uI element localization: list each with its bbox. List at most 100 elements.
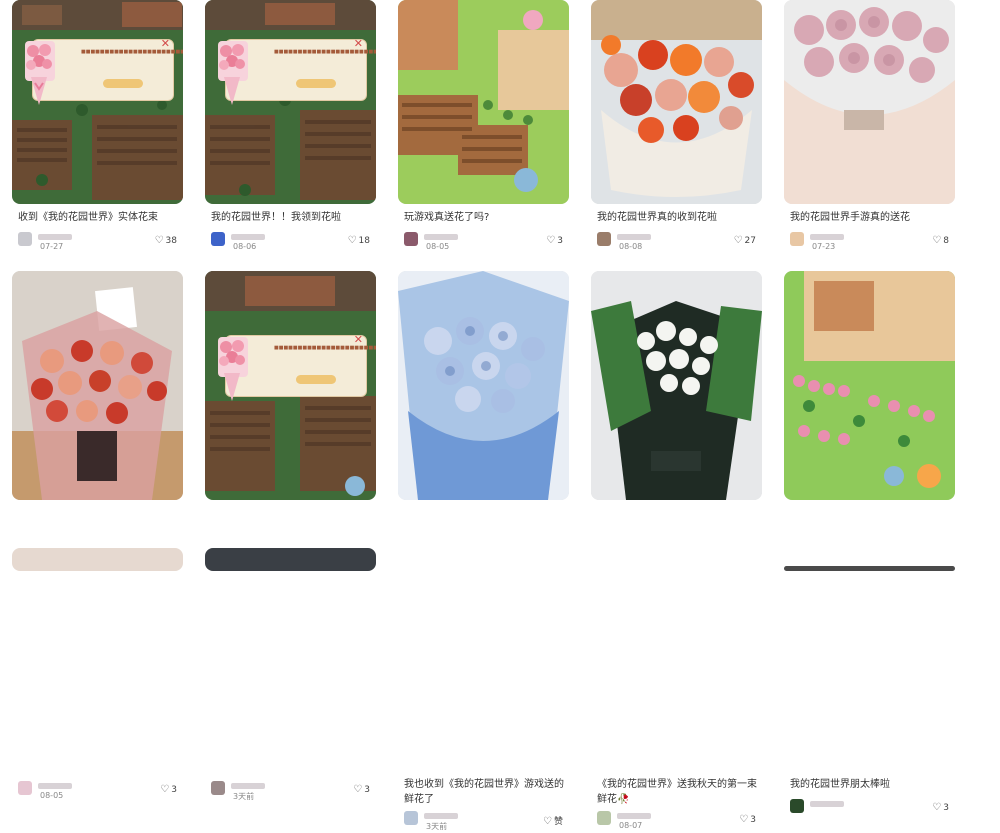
rose-bouquet-image bbox=[591, 0, 762, 204]
card-thumbnail-game[interactable] bbox=[398, 0, 569, 204]
card-title[interactable]: 《我的花园世界》送我秋天的第一束鲜花🥀 bbox=[597, 777, 762, 807]
card-thumbnail-game[interactable]: ■■■■■■■■■■■■■■■■■■■■■■■■■■ ✕ bbox=[12, 0, 183, 204]
card-meta: 07-23 ♡ 8 bbox=[790, 232, 955, 254]
rose-bouquet-image bbox=[398, 271, 569, 500]
rose-bouquet-image bbox=[12, 271, 183, 500]
card-thumbnail-photo[interactable] bbox=[12, 548, 183, 571]
like-count[interactable]: ♡ 18 bbox=[348, 235, 370, 246]
post-date: 08-05 bbox=[40, 791, 64, 800]
card-meta: 08-06 ♡ 18 bbox=[211, 232, 376, 254]
heart-icon[interactable]: ♡ bbox=[543, 816, 552, 827]
post-date: 3天前 bbox=[233, 792, 255, 801]
heart-icon[interactable]: ♡ bbox=[932, 802, 941, 813]
card-thumbnail-game[interactable] bbox=[784, 271, 955, 500]
post-date: 08-06 bbox=[233, 242, 257, 251]
game-garden-image bbox=[784, 271, 955, 500]
card-meta: 08-05 ♡ 3 bbox=[18, 781, 183, 803]
avatar[interactable] bbox=[211, 232, 225, 246]
like-count[interactable]: ♡ 27 bbox=[734, 235, 756, 246]
like-count[interactable]: ♡ 3 bbox=[160, 784, 177, 795]
heart-icon[interactable]: ♡ bbox=[932, 235, 941, 246]
card-meta: 08-08 ♡ 27 bbox=[597, 232, 762, 254]
card-thumbnail-photo[interactable] bbox=[591, 0, 762, 204]
heart-icon[interactable]: ♡ bbox=[160, 784, 169, 795]
card-thumbnail-photo[interactable] bbox=[784, 0, 955, 204]
avatar[interactable] bbox=[790, 799, 804, 813]
card-title[interactable]: 玩游戏真送花了吗? bbox=[404, 210, 569, 225]
card-meta: 08-05 ♡ 3 bbox=[404, 232, 569, 254]
post-date: 3天前 bbox=[426, 822, 448, 831]
card-meta: 08-07 ♡ 3 bbox=[597, 811, 762, 833]
like-count[interactable]: ♡ 赞 bbox=[543, 814, 563, 827]
card-title[interactable]: 我的花园世界手游真的送花 bbox=[790, 210, 955, 225]
username-redacted[interactable] bbox=[38, 783, 72, 789]
avatar[interactable] bbox=[18, 232, 32, 246]
bouquet-illustration bbox=[218, 337, 248, 401]
heart-icon[interactable]: ♡ bbox=[546, 235, 555, 246]
card-title[interactable]: 我的花园世界朋太棒啦 bbox=[790, 777, 955, 792]
card-thumbnail-photo[interactable] bbox=[12, 271, 183, 500]
card-thumbnail-photo[interactable] bbox=[784, 566, 955, 571]
like-count[interactable]: ♡ 3 bbox=[353, 784, 370, 795]
like-count[interactable]: ♡ 3 bbox=[546, 235, 563, 246]
game-reward-popup: ■■■■■■■■■■■■■■■■■■■■■■■■■■ ✕ bbox=[25, 37, 183, 105]
username-redacted[interactable] bbox=[617, 234, 651, 240]
popup-claim-button[interactable] bbox=[296, 79, 336, 88]
game-reward-popup: ■■■■■■■■■■■■■■■■■■■■■■■■■■ ✕ bbox=[218, 37, 376, 105]
card-thumbnail-photo[interactable] bbox=[591, 271, 762, 500]
flower-bouquet-image bbox=[591, 271, 762, 500]
post-date: 08-05 bbox=[426, 242, 450, 251]
avatar[interactable] bbox=[404, 232, 418, 246]
heart-icon[interactable]: ♡ bbox=[353, 784, 362, 795]
card-title[interactable]: 我也收到《我的花园世界》游戏送的鲜花了 bbox=[404, 777, 569, 807]
avatar[interactable] bbox=[597, 232, 611, 246]
username-redacted[interactable] bbox=[38, 234, 72, 240]
card-title[interactable]: 我的花园世界！！我领到花啦 bbox=[211, 210, 376, 225]
username-redacted[interactable] bbox=[810, 801, 844, 807]
card-meta: 3天前 ♡ 赞 bbox=[404, 811, 569, 833]
post-date: 07-23 bbox=[812, 242, 836, 251]
close-icon[interactable]: ✕ bbox=[354, 333, 363, 346]
heart-icon[interactable]: ♡ bbox=[734, 235, 743, 246]
post-date: 08-07 bbox=[619, 821, 643, 830]
card-title[interactable]: 收到《我的花园世界》实体花束 bbox=[18, 210, 183, 225]
bouquet-illustration bbox=[25, 41, 55, 105]
username-redacted[interactable] bbox=[810, 234, 844, 240]
close-icon[interactable]: ✕ bbox=[161, 37, 170, 50]
like-count[interactable]: ♡ 38 bbox=[155, 235, 177, 246]
heart-icon[interactable]: ♡ bbox=[348, 235, 357, 246]
heart-icon[interactable]: ♡ bbox=[739, 814, 748, 825]
card-thumbnail-photo[interactable] bbox=[205, 548, 376, 571]
like-count[interactable]: ♡ 8 bbox=[932, 235, 949, 246]
close-icon[interactable]: ✕ bbox=[354, 37, 363, 50]
feed-grid: ■■■■■■■■■■■■■■■■■■■■■■■■■■ ✕ 收到《我的花园世界》实… bbox=[0, 0, 1000, 831]
username-redacted[interactable] bbox=[424, 813, 458, 819]
popup-claim-button[interactable] bbox=[103, 79, 143, 88]
card-meta: ♡ 3 bbox=[790, 799, 955, 821]
card-thumbnail-photo[interactable] bbox=[398, 271, 569, 500]
avatar[interactable] bbox=[597, 811, 611, 825]
heart-icon[interactable]: ♡ bbox=[155, 235, 164, 246]
rose-bouquet-image bbox=[784, 0, 955, 204]
post-date: 08-08 bbox=[619, 242, 643, 251]
game-farm-image bbox=[398, 0, 569, 204]
bouquet-illustration bbox=[218, 41, 248, 105]
avatar[interactable] bbox=[18, 781, 32, 795]
avatar[interactable] bbox=[404, 811, 418, 825]
like-count[interactable]: ♡ 3 bbox=[932, 802, 949, 813]
card-thumbnail-game[interactable]: ■■■■■■■■■■■■■■■■■■■■■■■■■■ ✕ bbox=[205, 271, 376, 500]
avatar[interactable] bbox=[211, 781, 225, 795]
username-redacted[interactable] bbox=[231, 783, 265, 789]
game-reward-popup: ■■■■■■■■■■■■■■■■■■■■■■■■■■ ✕ bbox=[218, 333, 376, 401]
username-redacted[interactable] bbox=[231, 234, 265, 240]
card-thumbnail-game[interactable]: ■■■■■■■■■■■■■■■■■■■■■■■■■■ ✕ bbox=[205, 0, 376, 204]
avatar[interactable] bbox=[790, 232, 804, 246]
popup-claim-button[interactable] bbox=[296, 375, 336, 384]
card-title[interactable]: 我的花园世界真的收到花啦 bbox=[597, 210, 762, 225]
card-meta: 07-27 ♡ 38 bbox=[18, 232, 183, 254]
post-date: 07-27 bbox=[40, 242, 64, 251]
card-meta: 3天前 ♡ 3 bbox=[211, 781, 376, 803]
username-redacted[interactable] bbox=[617, 813, 651, 819]
like-count[interactable]: ♡ 3 bbox=[739, 814, 756, 825]
username-redacted[interactable] bbox=[424, 234, 458, 240]
